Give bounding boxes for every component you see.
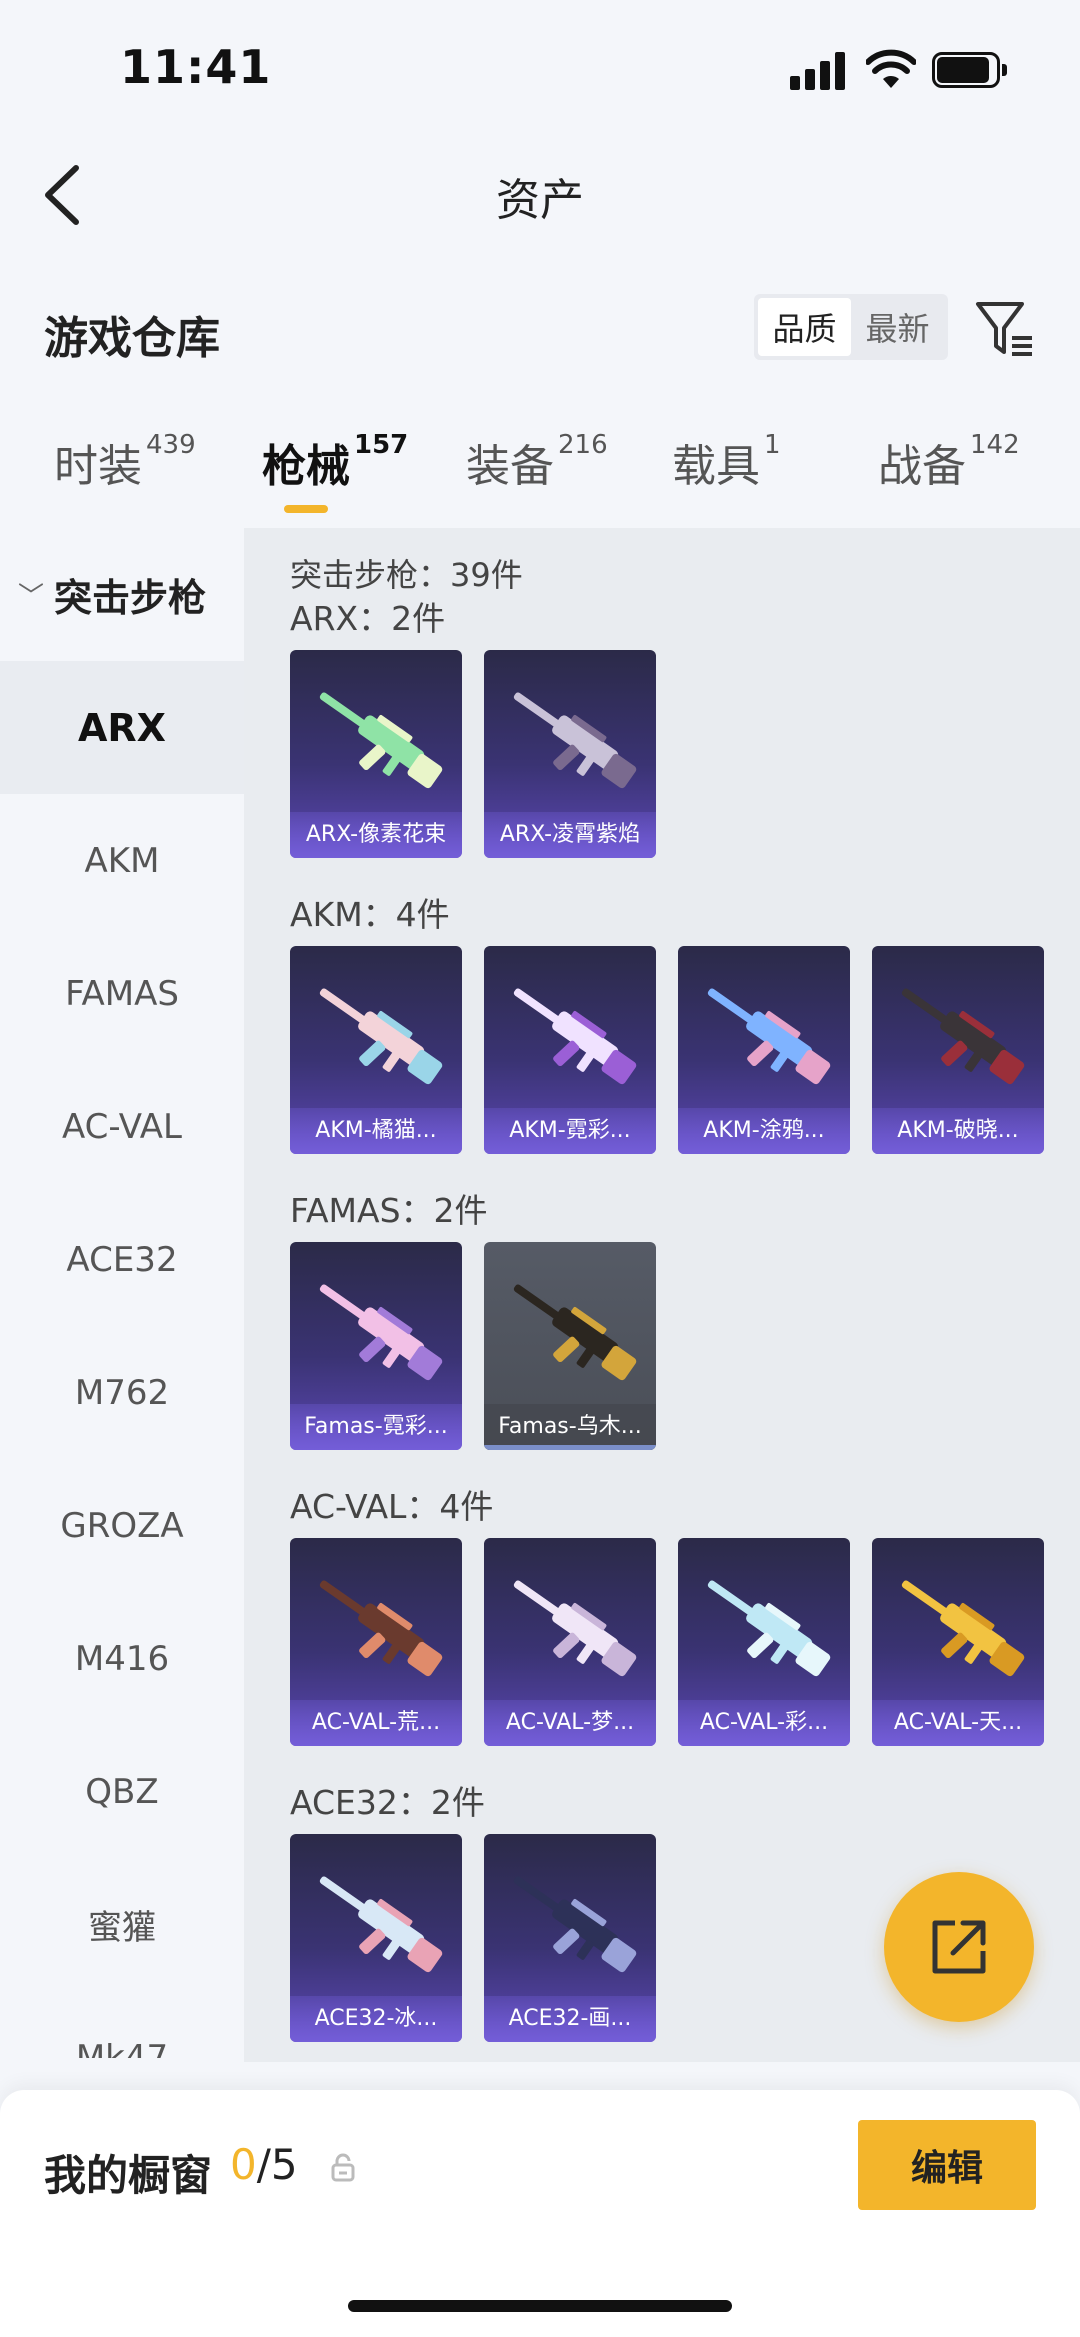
tab-supplies[interactable]: 战备 142 [878, 430, 1020, 494]
rifle-icon [513, 1580, 637, 1677]
sidebar-item-ace32[interactable]: ACE32 [0, 1193, 244, 1326]
weapon-skin-name: AKM-破晓... [897, 1118, 1019, 1143]
weapon-skin-name: AC-VAL-天... [893, 1710, 1023, 1735]
weapon-skin-card[interactable]: Famas-霓彩... [290, 1242, 462, 1450]
rifle-icon [319, 988, 443, 1085]
rifle-icon [513, 988, 637, 1085]
weapon-skin-card[interactable]: AKM-橘猫... [290, 946, 462, 1154]
weapon-grid: 突击步枪：39件 ARX：2件 ARX-像素花束 ARX-凌霄紫焰 AKM：4件 AKM… [244, 528, 1080, 2062]
sidebar-item-akm[interactable]: AKM [0, 794, 244, 927]
active-tab-indicator [284, 505, 328, 513]
weapon-sidebar: ﹀ 突击步枪 ARX AKM FAMAS AC-VAL ACE32 M762 G… [0, 528, 244, 2058]
weapon-skin-card[interactable]: ARX-像素花束 [290, 650, 462, 858]
tab-firearms[interactable]: 枪械 157 [262, 430, 408, 494]
sidebar-item-arx[interactable]: ARX [0, 661, 244, 794]
weapon-skin-card[interactable]: ACE32-冰... [290, 1834, 462, 2042]
app-screen: 11:41 资产 游戏仓库 品质 最新 时装 439 枪械 157 装备 216… [0, 0, 1080, 2337]
status-time: 11:41 [120, 40, 272, 94]
rifle-icon [319, 1284, 443, 1381]
showcase-label: 我的橱窗 [44, 2151, 213, 2200]
weapon-skin-card[interactable]: AC-VAL-彩... [678, 1538, 850, 1746]
lock-icon [331, 2153, 355, 2182]
weapon-skin-name: ACE32-画... [508, 2006, 632, 2031]
cellular-signal-icon [790, 52, 846, 90]
tab-vehicles[interactable]: 载具 1 [672, 430, 781, 494]
rifle-icon [513, 692, 637, 789]
rifle-icon [319, 692, 443, 789]
group-label: AKM：4件 [290, 895, 450, 934]
weapon-skin-name: ACE32-冰... [314, 2006, 438, 2031]
group-label: ACE32：2件 [290, 1783, 485, 1822]
status-bar: 11:41 [0, 0, 1080, 140]
rifle-icon [513, 1284, 637, 1381]
sidebar-item-groza[interactable]: GROZA [0, 1459, 244, 1592]
sidebar-item-mk47[interactable]: Mk47 [0, 1991, 244, 2059]
weapon-skin-name: ARX-凌霄紫焰 [499, 822, 641, 847]
weapon-skin-card[interactable]: ARX-凌霄紫焰 [484, 650, 656, 858]
navigation-header: 资产 [0, 140, 1080, 250]
sidebar-item-famas[interactable]: FAMAS [0, 927, 244, 1060]
category-summary: 突击步枪：39件 [290, 556, 523, 594]
weapon-skin-card[interactable]: AC-VAL-荒... [290, 1538, 462, 1746]
weapon-skin-name: AKM-涂鸦... [703, 1118, 825, 1143]
sidebar-category-header[interactable]: ﹀ 突击步枪 [0, 528, 244, 660]
category-tabs: 时装 439 枪械 157 装备 216 载具 1 战备 142 [0, 430, 1080, 520]
tab-fashion[interactable]: 时装 439 [54, 430, 196, 494]
warehouse-title: 游戏仓库 [44, 313, 220, 364]
weapon-skin-name: AKM-霓彩... [509, 1118, 631, 1143]
group-label: FAMAS：2件 [290, 1191, 488, 1230]
sort-newest-option[interactable]: 最新 [851, 298, 944, 356]
weapon-skin-name: AC-VAL-彩... [699, 1710, 829, 1735]
weapon-skin-card[interactable]: AKM-破晓... [872, 946, 1044, 1154]
weapon-skin-name: AKM-橘猫... [315, 1118, 437, 1143]
rifle-icon [707, 1580, 831, 1677]
sidebar-item-qbz[interactable]: QBZ [0, 1725, 244, 1858]
weapon-skin-name: AC-VAL-梦... [505, 1710, 635, 1735]
sort-toggle: 品质 最新 [754, 294, 948, 360]
rifle-icon [901, 1580, 1025, 1677]
chevron-down-icon: ﹀ [18, 581, 45, 612]
rifle-icon [319, 1876, 443, 1973]
share-button[interactable] [884, 1872, 1034, 2022]
edit-button[interactable]: 编辑 [858, 2120, 1036, 2210]
share-icon [932, 1920, 986, 1974]
rifle-icon [707, 988, 831, 1085]
rifle-icon [513, 1876, 637, 1973]
weapon-skin-card[interactable]: ACE32-画... [484, 1834, 656, 2042]
weapon-skin-card[interactable]: AKM-涂鸦... [678, 946, 850, 1154]
weapon-skin-name: Famas-乌木... [498, 1414, 642, 1439]
sidebar-category-label: 突击步枪 [54, 575, 207, 620]
page-title: 资产 [496, 175, 584, 226]
group-label: AC-VAL：4件 [290, 1487, 494, 1526]
showcase-count: 0/5 [230, 2140, 298, 2189]
weapon-skin-card[interactable]: AC-VAL-梦... [484, 1538, 656, 1746]
sidebar-item-ac-val[interactable]: AC-VAL [0, 1060, 244, 1193]
wifi-icon [866, 49, 916, 88]
weapon-skin-card[interactable]: Famas-乌木... [484, 1242, 656, 1450]
sidebar-item-honey-badger[interactable]: 蜜獾 [0, 1858, 244, 1991]
group-label: ARX：2件 [290, 599, 446, 638]
sidebar-item-m762[interactable]: M762 [0, 1326, 244, 1459]
sort-quality-option[interactable]: 品质 [758, 298, 851, 356]
weapon-skin-name: Famas-霓彩... [304, 1414, 448, 1439]
rifle-icon [319, 1580, 443, 1677]
weapon-skin-name: ARX-像素花束 [305, 822, 447, 847]
home-indicator [348, 2300, 732, 2312]
rifle-icon [901, 988, 1025, 1085]
weapon-skin-card[interactable]: AKM-霓彩... [484, 946, 656, 1154]
tab-equipment[interactable]: 装备 216 [466, 430, 608, 494]
weapon-skin-name: AC-VAL-荒... [311, 1710, 441, 1735]
sidebar-item-m416[interactable]: M416 [0, 1592, 244, 1725]
battery-icon [932, 52, 1008, 88]
filter-icon[interactable] [972, 296, 1036, 360]
weapon-skin-card[interactable]: AC-VAL-天... [872, 1538, 1044, 1746]
